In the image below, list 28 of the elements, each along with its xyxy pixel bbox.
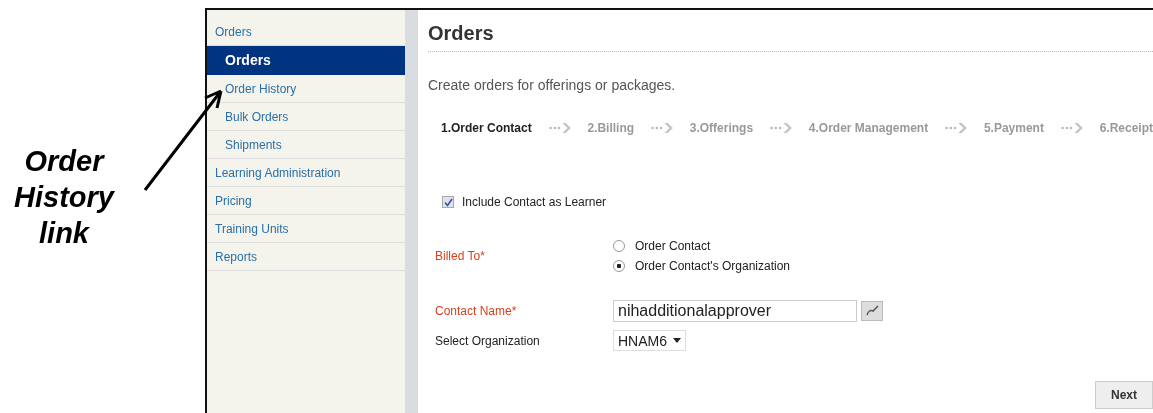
step-arrow-icon [650, 122, 674, 134]
step-label: 4.Order Management [808, 121, 929, 135]
step-arrow-icon [944, 122, 968, 134]
step-label: 2.Billing [587, 121, 635, 135]
step-label: 1.Order Contact [441, 121, 532, 135]
radio-label: Order Contact's Organization [635, 259, 791, 273]
field-label: Billed To* [434, 249, 486, 263]
input-field[interactable]: nihadditionalapprover [613, 300, 857, 322]
callout-text: Order History link [13, 143, 116, 251]
radio-button[interactable] [613, 240, 625, 252]
step-arrow-icon [1059, 122, 1084, 134]
step-label: 6.Receipt [1099, 121, 1153, 135]
sidebar-item[interactable]: Orders [207, 46, 405, 75]
page-description: Create orders for offerings or packages. [428, 77, 677, 93]
page-title: Orders [428, 22, 1153, 52]
checkbox[interactable] [442, 196, 454, 208]
step-label: 5.Payment [983, 121, 1044, 135]
next-button[interactable]: Next [1095, 381, 1153, 409]
radio-button[interactable] [613, 260, 625, 272]
field-label: Select Organization [434, 333, 541, 348]
checkbox-label: Include Contact as Learner [462, 195, 607, 209]
step-arrow-icon [547, 122, 572, 134]
step-label: 3.Offerings [689, 121, 754, 135]
radio-label: Order Contact [635, 239, 711, 253]
caret-icon [673, 338, 681, 343]
organization-dropdown[interactable]: HNAM6 [613, 330, 686, 351]
step-arrow-icon [769, 122, 793, 134]
field-label: Contact Name* [434, 304, 518, 318]
